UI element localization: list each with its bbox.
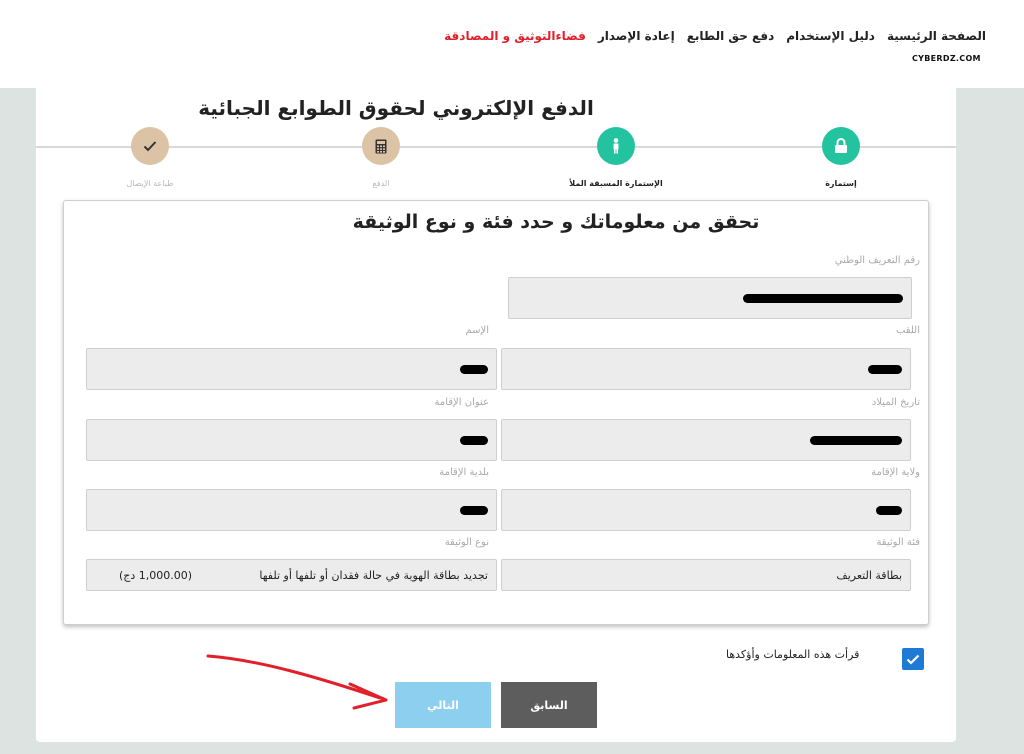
annotation-arrow-icon: [206, 654, 388, 710]
brand-watermark: CYBERDZ.COM: [912, 54, 981, 63]
check-icon: [131, 127, 169, 165]
doc-category-select[interactable]: بطاقة التعريف: [501, 559, 911, 591]
birth-date-field[interactable]: [501, 419, 911, 461]
lock-icon: [822, 127, 860, 165]
confirm-label: قرأت هذه المعلومات وأؤكدها: [726, 648, 860, 661]
redacted-value: [460, 364, 488, 374]
redacted-value: [460, 505, 488, 515]
doc-type-value: تجديد بطاقة الهوية في حالة فقدان أو تلفه…: [259, 568, 488, 582]
national-id-label: رقم التعريف الوطني: [834, 255, 920, 266]
address-label: عنوان الإقامة: [434, 397, 489, 408]
national-id-field[interactable]: [508, 277, 912, 319]
redacted-value: [743, 293, 903, 303]
first-name-field[interactable]: [86, 348, 497, 390]
person-icon: [597, 127, 635, 165]
main-nav: الصفحة الرئيسية دليل الإستخدام دفع حق ال…: [444, 29, 986, 43]
nav-reissue[interactable]: إعادة الإصدار: [598, 29, 675, 43]
first-name-label: الإسم: [465, 325, 489, 336]
address-field[interactable]: [86, 419, 497, 461]
step-label: الإستمارة المسبقة الملأ: [569, 179, 663, 188]
nav-pay-stamp[interactable]: دفع حق الطابع: [687, 29, 775, 43]
step-label: إستمارة: [825, 179, 857, 188]
wilaya-field[interactable]: [501, 489, 911, 531]
step-payment: الدفع: [306, 127, 456, 188]
redacted-value: [810, 435, 902, 445]
surname-field[interactable]: [501, 348, 911, 390]
doc-type-select[interactable]: تجديد بطاقة الهوية في حالة فقدان أو تلفه…: [86, 559, 497, 591]
next-button[interactable]: التالي: [395, 682, 491, 728]
page-title: الدفع الإلكتروني لحقوق الطوابع الجبائية: [198, 96, 594, 120]
form-panel: تحقق من معلوماتك و حدد فئة و نوع الوثيقة…: [63, 200, 929, 625]
form-title: تحقق من معلوماتك و حدد فئة و نوع الوثيقة: [352, 211, 760, 233]
redacted-value: [868, 364, 902, 374]
checkmark-icon: [906, 654, 920, 665]
step-print-receipt: طباعة الإيصال: [75, 127, 225, 188]
wilaya-label: ولاية الإقامة: [871, 467, 920, 478]
step-prefilled-form: الإستمارة المسبقة الملأ: [541, 127, 691, 188]
previous-button[interactable]: السابق: [501, 682, 597, 728]
nav-home[interactable]: الصفحة الرئيسية: [887, 29, 986, 43]
step-label: الدفع: [372, 179, 390, 188]
confirm-checkbox[interactable]: [902, 648, 924, 670]
nav-authentication-space[interactable]: فضاءالتوثيق و المصادقة: [444, 29, 586, 43]
step-label: طباعة الإيصال: [126, 179, 174, 188]
redacted-value: [876, 505, 902, 515]
nav-user-guide[interactable]: دليل الإستخدام: [786, 29, 875, 43]
doc-type-price: (1,000.00 دج): [119, 568, 193, 582]
commune-field[interactable]: [86, 489, 497, 531]
doc-category-label: فئة الوثيقة: [876, 537, 920, 548]
top-navbar: الصفحة الرئيسية دليل الإستخدام دفع حق ال…: [0, 0, 1024, 88]
step-form: إستمارة: [766, 127, 916, 188]
calculator-icon: [362, 127, 400, 165]
redacted-value: [460, 435, 488, 445]
main-card: الدفع الإلكتروني لحقوق الطوابع الجبائية …: [36, 88, 956, 742]
doc-type-label: نوع الوثيقة: [444, 537, 489, 548]
birth-date-label: تاريخ الميلاد: [871, 397, 920, 408]
surname-label: اللقب: [895, 325, 920, 336]
commune-label: بلدية الإقامة: [439, 467, 489, 478]
